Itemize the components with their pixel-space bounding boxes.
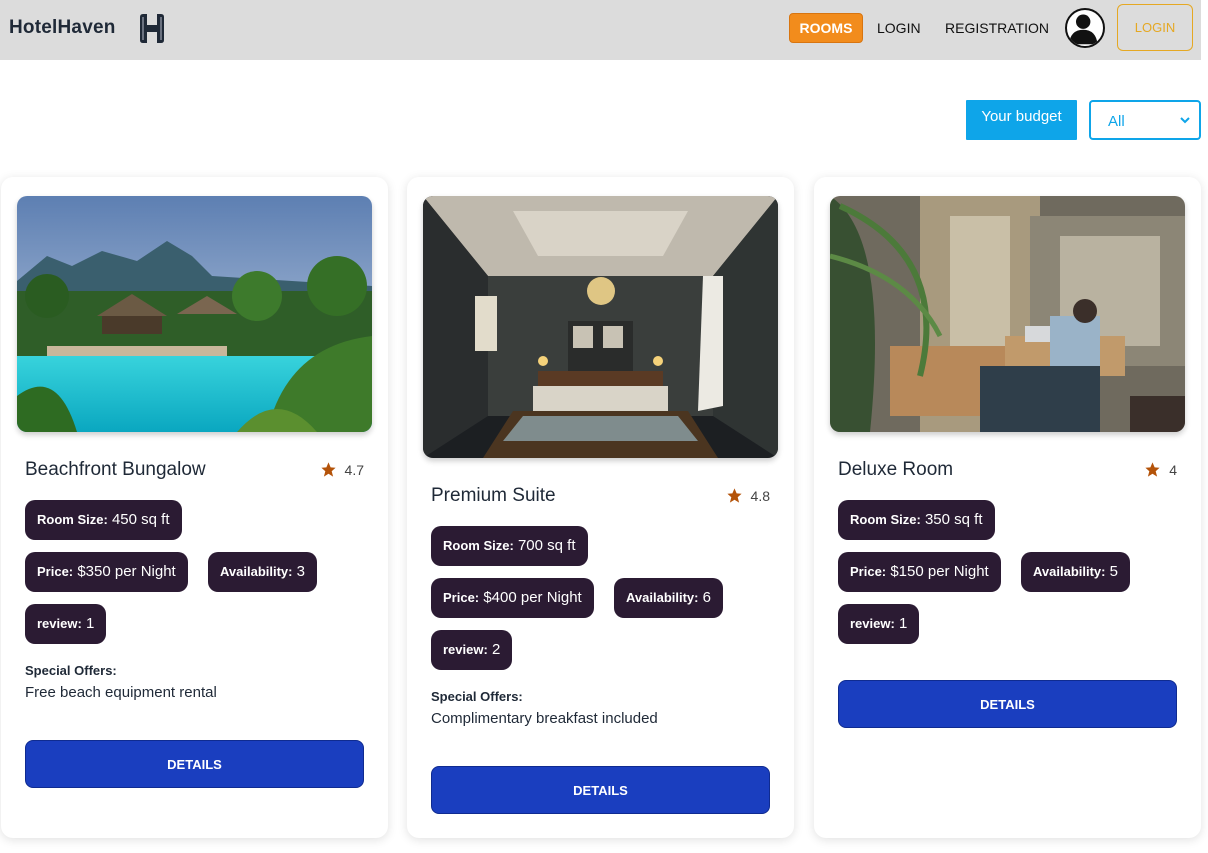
price-pill: Price: $400 per Night: [431, 578, 594, 618]
login-button[interactable]: LOGIN: [1117, 4, 1193, 51]
nav-login-link[interactable]: LOGIN: [877, 20, 921, 36]
budget-select-value: All: [1108, 113, 1125, 130]
star-icon: [1145, 462, 1160, 477]
availability-pill: Availability: 6: [614, 578, 723, 618]
nav-rooms-button[interactable]: ROOMS: [789, 13, 863, 43]
budget-label: Your budget: [966, 100, 1077, 140]
room-name: Deluxe Room: [838, 459, 954, 480]
brand-name[interactable]: HotelHaven: [9, 17, 116, 39]
special-offers-heading: Special Offers:: [431, 689, 523, 704]
details-button[interactable]: DETAILS: [431, 766, 770, 814]
star-icon: [726, 488, 742, 503]
details-button[interactable]: DETAILS: [25, 740, 364, 788]
room-size-pill: Room Size: 450 sq ft: [25, 500, 182, 540]
room-image: [17, 196, 372, 432]
review-pill: review: 1: [25, 604, 107, 644]
budget-select[interactable]: All: [1089, 100, 1201, 140]
room-card: Beachfront Bungalow 4.7 Room Size: 450 s…: [1, 177, 388, 838]
special-offers-text: Complimentary breakfast included: [431, 710, 658, 727]
review-pill: review: 2: [431, 630, 513, 670]
user-avatar-icon[interactable]: [1065, 8, 1105, 48]
room-name: Premium Suite: [431, 485, 556, 506]
room-rating: 4: [1144, 461, 1177, 478]
navbar: HotelHaven ROOMS LOGIN REGISTRATION LOGI…: [0, 0, 1201, 60]
chevron-down-icon: [1180, 117, 1190, 124]
nav-registration-link[interactable]: REGISTRATION: [945, 20, 1049, 36]
room-card: Deluxe Room 4 Room Size: 350 sq ft Price…: [814, 177, 1201, 838]
availability-pill: Availability: 5: [1021, 552, 1130, 592]
room-rating: 4.8: [726, 487, 770, 504]
rating-value: 4.7: [344, 461, 364, 478]
room-rating: 4.7: [320, 461, 364, 478]
special-offers-heading: Special Offers:: [25, 663, 117, 678]
review-pill: review: 1: [838, 604, 920, 644]
room-image: [830, 196, 1185, 432]
rating-value: 4: [1169, 461, 1177, 478]
price-pill: Price: $350 per Night: [25, 552, 188, 592]
star-icon: [320, 462, 336, 477]
availability-pill: Availability: 3: [208, 552, 317, 592]
room-size-pill: Room Size: 350 sq ft: [838, 500, 995, 540]
rating-value: 4.8: [750, 487, 770, 504]
special-offers-text: Free beach equipment rental: [25, 684, 217, 701]
room-image: [423, 196, 778, 458]
room-size-pill: Room Size: 700 sq ft: [431, 526, 588, 566]
details-button[interactable]: DETAILS: [838, 680, 1177, 728]
hotel-logo-icon[interactable]: [137, 13, 167, 44]
room-name: Beachfront Bungalow: [25, 459, 206, 480]
room-card: Premium Suite 4.8 Room Size: 700 sq ft P…: [407, 177, 794, 838]
price-pill: Price: $150 per Night: [838, 552, 1001, 592]
